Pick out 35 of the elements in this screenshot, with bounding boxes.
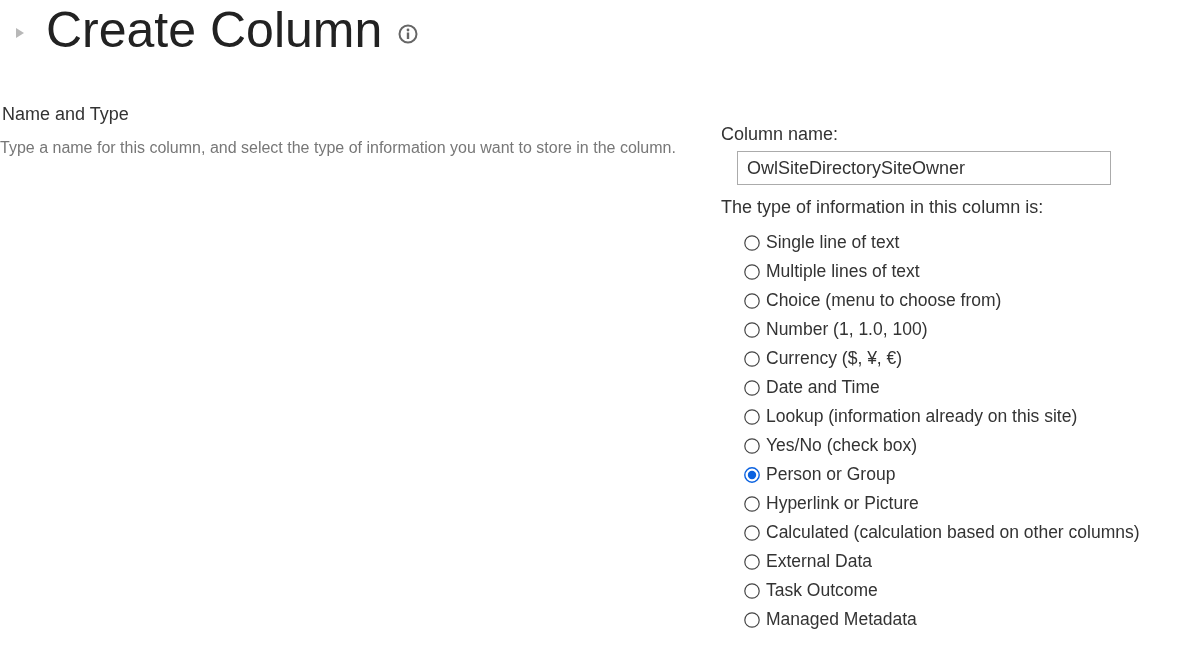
radio-button[interactable] [744, 408, 760, 425]
section-description: Type a name for this column, and select the type of information you want to store in the column. [0, 138, 677, 158]
radio-button[interactable] [744, 466, 760, 483]
column-name-field[interactable]: OwlSiteDirectorySiteOwner [737, 151, 1111, 185]
field-label: Column name: [721, 124, 840, 145]
radio-option[interactable]: Task Outcome [744, 576, 1140, 605]
radio-button[interactable] [744, 321, 760, 338]
radio-option[interactable]: Managed Metadata [744, 605, 1140, 634]
radio-option[interactable]: Date and Time [744, 373, 1140, 402]
radio-option[interactable]: Choice (menu to choose from) [744, 286, 1140, 315]
radio-button[interactable] [744, 582, 760, 599]
radio-button[interactable] [744, 524, 760, 541]
radio-option[interactable]: External Data [744, 547, 1140, 576]
info-icon[interactable] [398, 24, 419, 44]
radio-option[interactable]: Hyperlink or Picture [744, 489, 1140, 518]
radio-button[interactable] [744, 263, 760, 280]
radio-button[interactable] [744, 437, 760, 454]
radio-button[interactable] [744, 234, 760, 251]
radio-button[interactable] [744, 350, 760, 367]
radio-button[interactable] [744, 611, 760, 628]
radio-option[interactable]: Single line of text [744, 228, 1140, 257]
radio-button[interactable] [744, 292, 760, 309]
radio-option[interactable]: Yes/No (check box) [744, 431, 1140, 460]
radio-button[interactable] [744, 379, 760, 396]
radio-option[interactable]: Multiple lines of text [744, 257, 1140, 286]
radio-option[interactable]: Person or Group [744, 460, 1140, 489]
radio-option[interactable]: Number (1, 1.0, 100) [744, 315, 1140, 344]
radio-option[interactable]: Calculated (calculation based on other columns) [744, 518, 1140, 547]
page-title: Create Column [46, 1, 383, 60]
radio-button[interactable] [744, 495, 760, 512]
radio-button[interactable] [744, 553, 760, 570]
radio-option[interactable]: Currency ($, ¥, €) [744, 344, 1140, 373]
section-heading: Name and Type [2, 104, 130, 125]
type-label: The type of information in this column is: [721, 197, 1045, 218]
radio-option[interactable]: Lookup (information already on this site) [744, 402, 1140, 431]
